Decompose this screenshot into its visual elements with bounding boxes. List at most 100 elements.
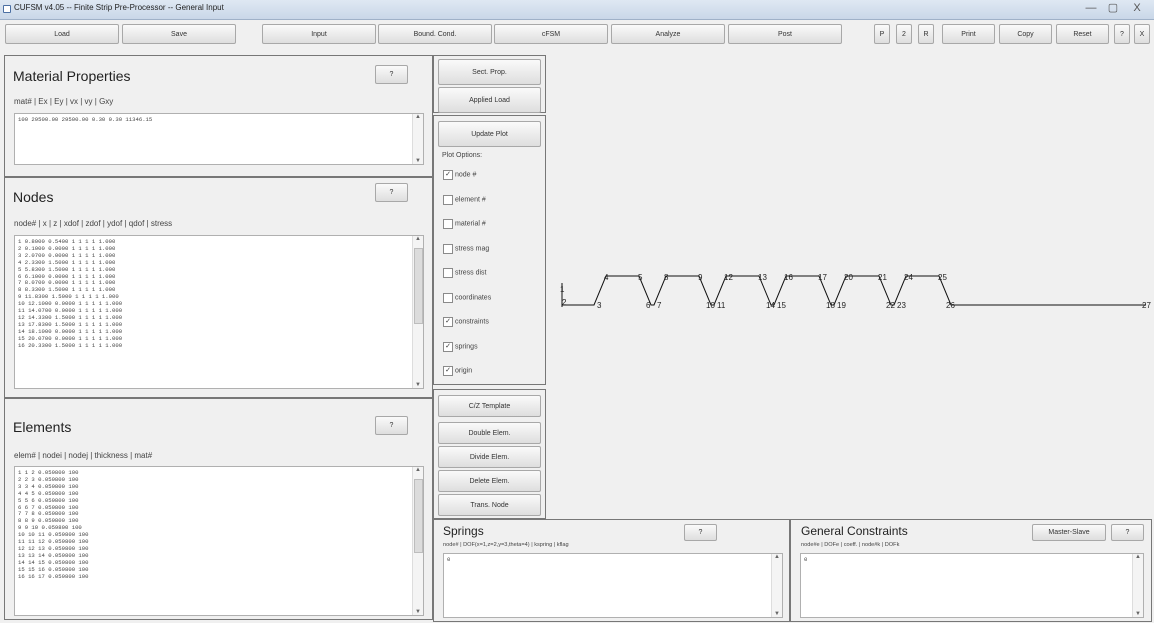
two-button[interactable]: 2 — [896, 24, 912, 44]
r-button[interactable]: R — [918, 24, 934, 44]
cz-template-button[interactable]: C/Z Template — [438, 395, 541, 417]
plot-option-label: stress mag — [455, 245, 490, 252]
plot-option-checkbox[interactable]: coordinates — [443, 292, 491, 307]
springs-value: 0 — [447, 556, 451, 563]
plot-option-checkbox[interactable]: ✓ constraints — [443, 317, 489, 331]
checkbox-icon[interactable] — [443, 194, 453, 205]
element-line: 4 4 5 0.059800 100 — [18, 489, 79, 497]
node-labels: 12 34 56 78 910 1112 1314 1516 1718 1920 2122 2324 2… — [560, 273, 1151, 310]
divide-elem-button[interactable]: Divide Elem. — [438, 446, 541, 468]
scroll-down-icon[interactable]: ▼ — [413, 158, 423, 164]
applied-load-button[interactable]: Applied Load — [438, 87, 541, 113]
material-help-button[interactable]: ? — [375, 65, 408, 84]
plot-option-label: stress dist — [455, 269, 487, 277]
checkbox-icon[interactable] — [443, 243, 453, 254]
plot-option-checkbox[interactable]: ✓ springs — [443, 341, 478, 356]
nodes-help-button[interactable]: ? — [375, 183, 408, 202]
minimize-button[interactable]: — — [1080, 1, 1102, 17]
plot-option-checkbox[interactable]: stress mag — [443, 243, 490, 258]
node-label: 10 — [706, 301, 715, 310]
constraints-textarea[interactable]: 0 ▲ ▼ — [800, 553, 1144, 618]
exit-button[interactable]: X — [1134, 24, 1150, 44]
springs-help-button[interactable]: ? — [684, 524, 717, 541]
section-plot: 12 34 56 78 910 1112 1314 1516 1718 1920 2122 2324 2… — [560, 273, 1151, 310]
plot-option-checkbox[interactable]: ✓ node # — [443, 170, 476, 184]
scroll-up-icon[interactable]: ▲ — [413, 467, 423, 473]
bound-cond-button[interactable]: Bound. Cond. — [378, 24, 492, 44]
load-button[interactable]: Load — [5, 24, 119, 44]
input-button[interactable]: Input — [262, 24, 376, 44]
plot-option-label: springs — [455, 343, 478, 350]
node-label: 2 — [562, 298, 567, 307]
element-line: 3 3 4 0.059800 100 — [18, 482, 79, 490]
p-button[interactable]: P — [874, 24, 890, 44]
master-slave-button[interactable]: Master-Slave — [1032, 524, 1106, 541]
plot-options-label: Plot Options: — [442, 152, 483, 159]
scroll-up-icon[interactable]: ▲ — [413, 114, 423, 120]
plot-option-checkbox[interactable]: stress dist — [443, 268, 487, 282]
node-label: 24 — [904, 273, 913, 282]
checkmark-icon[interactable]: ✓ — [443, 317, 453, 327]
analyze-button[interactable]: Analyze — [611, 24, 725, 44]
springs-textarea[interactable]: 0 ▲ ▼ — [443, 553, 783, 618]
help-button[interactable]: ? — [1114, 24, 1130, 44]
scroll-thumb[interactable] — [414, 479, 423, 553]
scroll-thumb[interactable] — [414, 248, 423, 324]
close-button[interactable]: X — [1124, 1, 1150, 17]
element-line: 1 1 2 0.059800 100 — [18, 469, 79, 476]
material-scrollbar[interactable]: ▲ ▼ — [412, 114, 423, 164]
element-line: 6 6 7 0.059800 100 — [18, 503, 79, 511]
post-button[interactable]: Post — [728, 24, 842, 44]
nodes-textarea[interactable]: 1 0.8000 0.5400 1 1 1 1 1.000 2 0.1000 0.… — [14, 235, 424, 389]
constraints-help-button[interactable]: ? — [1111, 524, 1144, 541]
node-label: 15 — [777, 301, 786, 310]
checkmark-icon[interactable]: ✓ — [443, 170, 453, 180]
elements-textarea[interactable]: 1 1 2 0.059800 100 2 2 3 0.059800 100 3 3 … — [14, 466, 424, 616]
cfsm-button[interactable]: cFSM — [494, 24, 608, 44]
node-label: 19 — [837, 301, 846, 310]
springs-header: node# | DOF(x=1,z=2,y=3,theta=4) | kspri… — [443, 542, 569, 548]
plot-option-checkbox[interactable]: material # — [443, 219, 486, 233]
material-textarea[interactable]: 100 29500.00 29500.00 0.30 0.30 11346.15… — [14, 113, 424, 165]
node-label: 20 — [844, 273, 853, 282]
element-line: 7 7 8 0.059800 100 — [18, 510, 79, 518]
elements-help-button[interactable]: ? — [375, 416, 408, 435]
update-plot-button[interactable]: Update Plot — [438, 121, 541, 147]
nodes-header: node# | x | z | xdof | zdof | ydof | qdo… — [14, 219, 173, 228]
node-label: 5 — [638, 273, 643, 282]
scroll-up-icon[interactable]: ▲ — [772, 554, 782, 560]
checkmark-icon[interactable]: ✓ — [443, 341, 453, 352]
elements-title: Elements — [13, 419, 72, 435]
nodes-lines: 1 0.8000 0.5400 1 1 1 1 1.000 2 0.1000 0.… — [15, 236, 423, 350]
springs-scrollbar[interactable]: ▲ ▼ — [771, 554, 782, 617]
nodes-scrollbar[interactable]: ▲ ▼ — [412, 236, 423, 388]
element-line: 2 2 3 0.059800 100 — [18, 475, 79, 483]
checkbox-icon[interactable] — [443, 292, 453, 303]
double-elem-button[interactable]: Double Elem. — [438, 422, 541, 444]
maximize-button[interactable]: ▢ — [1102, 1, 1124, 17]
plot-option-checkbox[interactable]: ✓ origin — [443, 366, 472, 380]
elements-scrollbar[interactable]: ▲ ▼ — [412, 467, 423, 615]
scroll-up-icon[interactable]: ▲ — [413, 236, 423, 242]
plot-option-checkbox[interactable]: element # — [443, 194, 486, 209]
checkbox-icon[interactable] — [443, 268, 453, 278]
node-label: 17 — [818, 273, 827, 282]
scroll-down-icon[interactable]: ▼ — [1133, 611, 1143, 617]
reset-button[interactable]: Reset — [1056, 24, 1109, 44]
print-button[interactable]: Print — [942, 24, 995, 44]
save-button[interactable]: Save — [122, 24, 236, 44]
nodes-panel: Nodes ? node# | x | z | xdof | zdof | yd… — [4, 177, 433, 398]
checkbox-icon[interactable] — [443, 219, 453, 229]
sect-prop-button[interactable]: Sect. Prop. — [438, 59, 541, 85]
scroll-down-icon[interactable]: ▼ — [413, 609, 423, 615]
scroll-down-icon[interactable]: ▼ — [772, 611, 782, 617]
copy-button[interactable]: Copy — [999, 24, 1052, 44]
scroll-up-icon[interactable]: ▲ — [1133, 554, 1143, 560]
scroll-down-icon[interactable]: ▼ — [413, 382, 423, 388]
plot-option-label: origin — [455, 367, 473, 375]
checkmark-icon[interactable]: ✓ — [443, 366, 453, 376]
trans-node-button[interactable]: Trans. Node — [438, 494, 541, 516]
delete-elem-button[interactable]: Delete Elem. — [438, 470, 541, 492]
node-label: 21 — [878, 273, 887, 282]
constraints-scrollbar[interactable]: ▲ ▼ — [1132, 554, 1143, 617]
